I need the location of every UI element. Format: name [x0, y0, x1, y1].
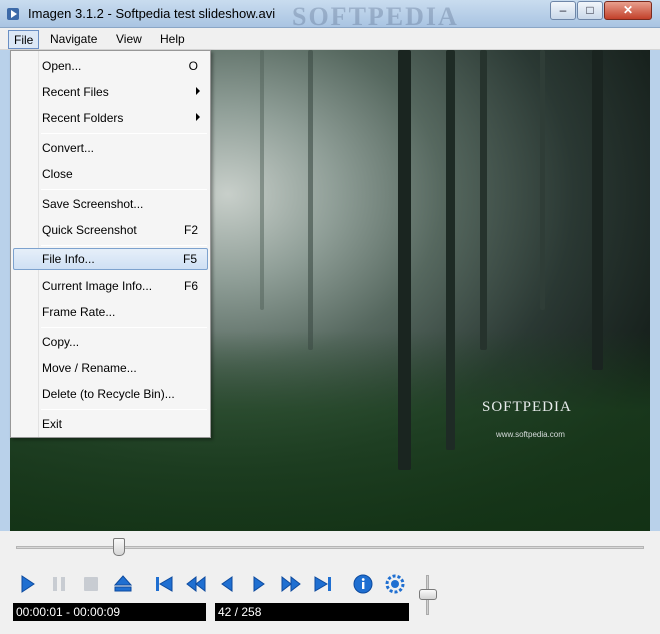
seek-track[interactable] — [16, 546, 644, 549]
menu-item-label: Quick Screenshot — [42, 223, 137, 237]
menu-item-save-screenshot[interactable]: Save Screenshot... — [13, 193, 208, 215]
next-icon[interactable] — [248, 573, 270, 595]
menu-help[interactable]: Help — [155, 30, 190, 49]
menu-item-frame-rate[interactable]: Frame Rate... — [13, 301, 208, 323]
menu-item-close[interactable]: Close — [13, 163, 208, 185]
file-menu-dropdown: Open... O Recent Files Recent Folders Co… — [10, 50, 211, 438]
tree-trunk — [480, 50, 487, 350]
menu-item-label: Save Screenshot... — [42, 197, 144, 211]
app-icon — [7, 8, 19, 20]
minimize-button[interactable]: – — [550, 1, 576, 20]
menu-item-label: Frame Rate... — [42, 305, 116, 319]
menu-item-label: Delete (to Recycle Bin)... — [42, 387, 175, 401]
menu-item-shortcut: F2 — [183, 223, 198, 237]
previous-icon[interactable] — [216, 573, 238, 595]
menu-item-label: Exit — [42, 417, 63, 431]
menu-item-shortcut: O — [188, 59, 198, 73]
play-icon[interactable] — [16, 573, 38, 595]
rewind-icon[interactable] — [185, 573, 207, 595]
last-icon[interactable] — [312, 573, 334, 595]
close-button[interactable]: ✕ — [604, 1, 652, 20]
menu-item-label: Recent Folders — [42, 111, 124, 125]
tree-trunk — [398, 50, 411, 470]
stop-icon[interactable] — [80, 573, 102, 595]
menu-item-label: File Info... — [42, 252, 95, 266]
fast-forward-icon[interactable] — [280, 573, 302, 595]
menu-navigate[interactable]: Navigate — [45, 30, 102, 49]
menu-separator — [41, 245, 207, 246]
menu-item-delete[interactable]: Delete (to Recycle Bin)... — [13, 383, 208, 405]
tree-trunk — [540, 50, 545, 310]
title-bar: Imagen 3.1.2 - Softpedia test slideshow.… — [0, 0, 660, 31]
tree-trunk — [260, 50, 264, 310]
menu-item-exit[interactable]: Exit — [13, 413, 208, 435]
tree-trunk — [592, 50, 603, 370]
pause-icon[interactable] — [48, 573, 70, 595]
menu-item-label: Copy... — [42, 335, 80, 349]
info-icon[interactable] — [352, 573, 374, 595]
menu-separator — [41, 409, 207, 410]
menu-item-label: Recent Files — [42, 85, 109, 99]
menu-item-open[interactable]: Open... O — [13, 55, 208, 77]
eject-icon[interactable] — [112, 573, 134, 595]
menu-item-move-rename[interactable]: Move / Rename... — [13, 357, 208, 379]
submenu-arrow-icon — [196, 87, 200, 95]
tree-trunk — [308, 50, 313, 350]
maximize-button[interactable]: □ — [577, 1, 603, 20]
softpedia-url: www.softpedia.com — [496, 430, 565, 439]
window-title: Imagen 3.1.2 - Softpedia test slideshow.… — [28, 6, 276, 21]
menu-file[interactable]: File — [8, 30, 40, 49]
tree-trunk — [446, 50, 455, 450]
menu-item-copy[interactable]: Copy... — [13, 331, 208, 353]
settings-icon[interactable] — [384, 573, 406, 595]
menu-item-current-image-info[interactable]: Current Image Info... F6 — [13, 275, 208, 297]
menu-item-label: Convert... — [42, 141, 95, 155]
playback-controls: 00:00:01 - 00:00:09 42 / 258 — [0, 531, 660, 634]
time-display: 00:00:01 - 00:00:09 — [13, 603, 206, 621]
menu-item-shortcut: F6 — [183, 279, 198, 293]
volume-thumb[interactable] — [419, 589, 437, 600]
menu-item-recent-folders[interactable]: Recent Folders — [13, 107, 208, 129]
menu-item-recent-files[interactable]: Recent Files — [13, 81, 208, 103]
menu-view[interactable]: View — [111, 30, 147, 49]
menu-item-quick-screenshot[interactable]: Quick Screenshot F2 — [13, 219, 208, 241]
menu-item-label: Current Image Info... — [42, 279, 153, 293]
menu-item-label: Open... — [42, 59, 82, 73]
seek-thumb[interactable] — [113, 538, 125, 556]
menu-separator — [41, 327, 207, 328]
menu-bar: File Navigate View Help — [0, 28, 660, 50]
first-icon[interactable] — [153, 573, 175, 595]
menu-item-label: Move / Rename... — [42, 361, 137, 375]
frame-counter: 42 / 258 — [215, 603, 409, 621]
menu-item-label: Close — [42, 167, 73, 181]
softpedia-logo: SOFTPEDIA — [482, 399, 572, 415]
menu-item-shortcut: F5 — [182, 252, 197, 266]
menu-item-convert[interactable]: Convert... — [13, 137, 208, 159]
menu-separator — [41, 133, 207, 134]
menu-item-file-info[interactable]: File Info... F5 — [13, 248, 208, 270]
submenu-arrow-icon — [196, 113, 200, 121]
menu-separator — [41, 189, 207, 190]
